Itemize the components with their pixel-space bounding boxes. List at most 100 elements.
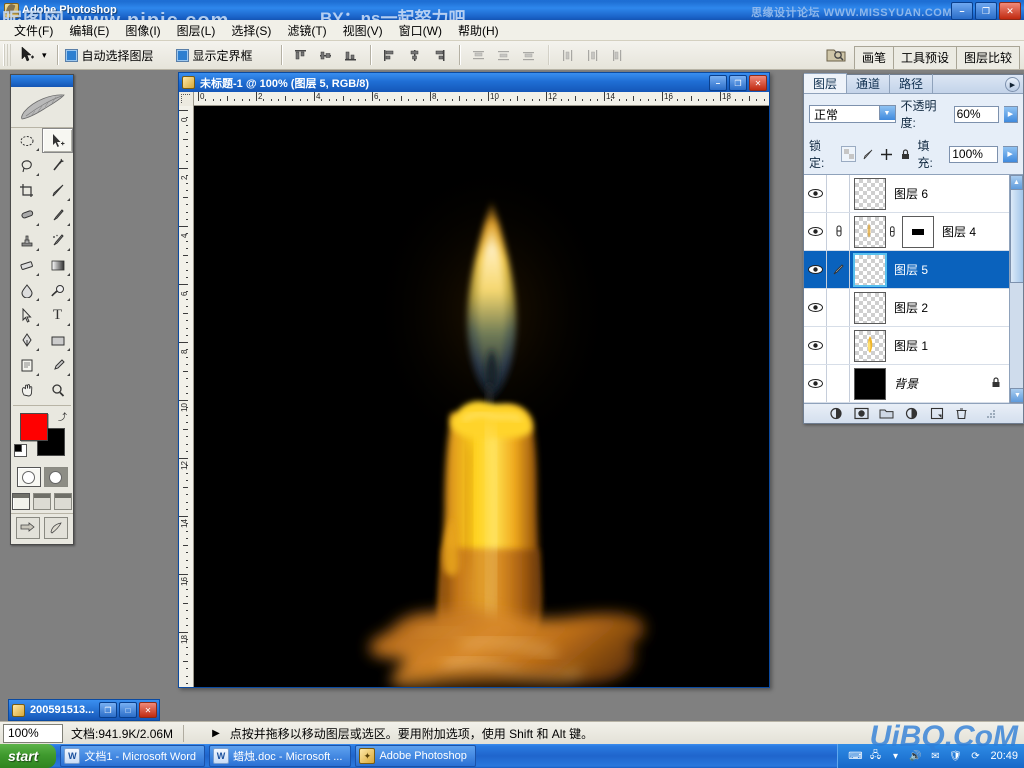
pen-tool[interactable] xyxy=(11,328,42,353)
palette-tab-layer-comps[interactable]: 图层比较 xyxy=(956,46,1020,69)
show-bounding-box-checkbox[interactable] xyxy=(176,49,189,62)
zoom-tool[interactable] xyxy=(42,378,73,403)
layer-link-toggle[interactable] xyxy=(827,213,850,250)
minimized-document-window[interactable]: 200591513... ❐ □ ✕ xyxy=(8,699,160,721)
layer-visibility-toggle[interactable] xyxy=(804,365,827,402)
auto-select-layer-checkbox[interactable] xyxy=(65,49,78,62)
healing-brush-tool[interactable] xyxy=(11,203,42,228)
canvas-area[interactable] xyxy=(194,106,769,687)
lock-image-pixels-icon[interactable] xyxy=(861,147,875,161)
palette-tab-tool-presets[interactable]: 工具预设 xyxy=(893,46,957,69)
layer-thumbnail[interactable] xyxy=(854,178,886,210)
slice-tool[interactable] xyxy=(42,178,73,203)
align-horizontal-centers-button[interactable] xyxy=(403,43,427,67)
full-screen-mode-button[interactable] xyxy=(54,493,72,510)
new-group-button[interactable] xyxy=(879,406,894,421)
menu-edit[interactable]: 编辑(E) xyxy=(61,20,117,41)
layer-thumbnail[interactable] xyxy=(854,368,886,400)
layer-link-toggle[interactable] xyxy=(827,327,850,364)
default-colors-icon[interactable] xyxy=(14,444,27,457)
align-right-edges-button[interactable] xyxy=(428,43,452,67)
volume-icon[interactable]: 🔊 xyxy=(908,749,922,763)
layer-thumbnail[interactable] xyxy=(854,330,886,362)
layer-link-toggle[interactable] xyxy=(827,175,850,212)
layer-link-toggle[interactable] xyxy=(827,289,850,326)
status-menu-arrow-icon[interactable]: ▶ xyxy=(212,728,220,739)
vertical-ruler[interactable]: 024681012141618 xyxy=(179,106,194,687)
jump-to-imageready-button[interactable] xyxy=(16,517,40,539)
align-vertical-centers-button[interactable] xyxy=(314,43,338,67)
message-icon[interactable]: ✉ xyxy=(928,749,942,763)
layer-visibility-toggle[interactable] xyxy=(804,175,827,212)
lasso-tool[interactable] xyxy=(11,153,42,178)
table-row[interactable]: 图层 2 xyxy=(804,289,1023,327)
layer-visibility-toggle[interactable] xyxy=(804,213,827,250)
layer-thumbnail[interactable] xyxy=(854,292,886,324)
distribute-vertical-centers-button[interactable] xyxy=(492,43,516,67)
table-row[interactable]: 图层 1 xyxy=(804,327,1023,365)
add-layer-mask-button[interactable] xyxy=(854,406,869,421)
standard-mode-button[interactable] xyxy=(17,467,41,487)
menu-window[interactable]: 窗口(W) xyxy=(391,20,450,41)
quick-mask-mode-button[interactable] xyxy=(44,467,68,487)
layer-name[interactable]: 图层 2 xyxy=(894,299,928,316)
tab-channels[interactable]: 通道 xyxy=(847,74,890,93)
antivirus-icon[interactable]: 🛡 xyxy=(948,749,962,763)
full-screen-menubar-button[interactable] xyxy=(33,493,51,510)
standard-screen-mode-button[interactable] xyxy=(12,493,30,510)
layer-style-button[interactable] xyxy=(829,406,844,421)
horizontal-ruler[interactable]: 024681012141618 xyxy=(194,92,769,106)
new-layer-button[interactable] xyxy=(929,406,944,421)
layer-visibility-toggle[interactable] xyxy=(804,327,827,364)
lock-all-icon[interactable] xyxy=(899,147,913,161)
tool-preset-chevron-icon[interactable]: ▾ xyxy=(42,50,47,61)
brush-tool[interactable] xyxy=(42,203,73,228)
clone-stamp-tool[interactable] xyxy=(11,228,42,253)
layer-name[interactable]: 图层 4 xyxy=(942,223,976,240)
hand-tool[interactable] xyxy=(11,378,42,403)
menu-image[interactable]: 图像(I) xyxy=(117,20,168,41)
layer-name[interactable]: 图层 1 xyxy=(894,337,928,354)
eyedropper-tool[interactable] xyxy=(42,353,73,378)
zoom-level-field[interactable]: 100% xyxy=(3,724,63,743)
auto-select-layer-option[interactable]: 自动选择图层 xyxy=(65,47,154,64)
move-tool[interactable] xyxy=(42,128,73,153)
magic-wand-tool[interactable] xyxy=(42,153,73,178)
swap-colors-icon[interactable]: ⤴ xyxy=(58,410,67,423)
layer-mask-thumbnail[interactable] xyxy=(902,216,934,248)
document-size-status[interactable]: 文档:941.9K/2.06M xyxy=(71,725,184,742)
fill-field[interactable]: 100% xyxy=(949,146,998,163)
crop-tool[interactable] xyxy=(11,178,42,203)
tab-layers[interactable]: 图层 xyxy=(804,73,847,93)
layer-name[interactable]: 图层 5 xyxy=(894,261,928,278)
ruler-corner[interactable] xyxy=(179,92,194,107)
start-button[interactable]: start xyxy=(0,744,56,768)
opacity-slider-arrow-icon[interactable]: ▶ xyxy=(1004,106,1018,123)
layer-visibility-toggle[interactable] xyxy=(804,251,827,288)
blur-tool[interactable] xyxy=(11,278,42,303)
update-icon[interactable]: ⟳ xyxy=(968,749,982,763)
document-maximize-button[interactable]: ❐ xyxy=(729,75,747,91)
path-selection-tool[interactable] xyxy=(11,303,42,328)
table-row[interactable]: 图层 5 xyxy=(804,251,1023,289)
document-minimize-button[interactable]: – xyxy=(709,75,727,91)
close-button[interactable]: ✕ xyxy=(999,2,1021,20)
scroll-up-button[interactable]: ▲ xyxy=(1010,175,1023,190)
palette-menu-icon[interactable]: ▶ xyxy=(1005,77,1020,92)
menu-view[interactable]: 视图(V) xyxy=(335,20,391,41)
align-top-edges-button[interactable] xyxy=(289,43,313,67)
keyboard-icon[interactable]: ⌨ xyxy=(848,749,862,763)
blend-mode-select[interactable]: 正常 ▼ xyxy=(809,105,896,123)
restore-button[interactable]: ❐ xyxy=(99,702,117,718)
marquee-tool[interactable] xyxy=(11,128,42,153)
dodge-tool[interactable] xyxy=(42,278,73,303)
palette-tab-brushes[interactable]: 画笔 xyxy=(854,46,894,69)
close-button[interactable]: ✕ xyxy=(139,702,157,718)
imageready-icon[interactable] xyxy=(44,517,68,539)
new-adjustment-layer-button[interactable] xyxy=(904,406,919,421)
minimize-button[interactable]: – xyxy=(951,2,973,20)
distribute-right-edges-button[interactable] xyxy=(606,43,630,67)
maximize-button[interactable]: □ xyxy=(119,702,137,718)
tab-paths[interactable]: 路径 xyxy=(890,74,933,93)
file-browser-icon[interactable] xyxy=(823,42,849,66)
